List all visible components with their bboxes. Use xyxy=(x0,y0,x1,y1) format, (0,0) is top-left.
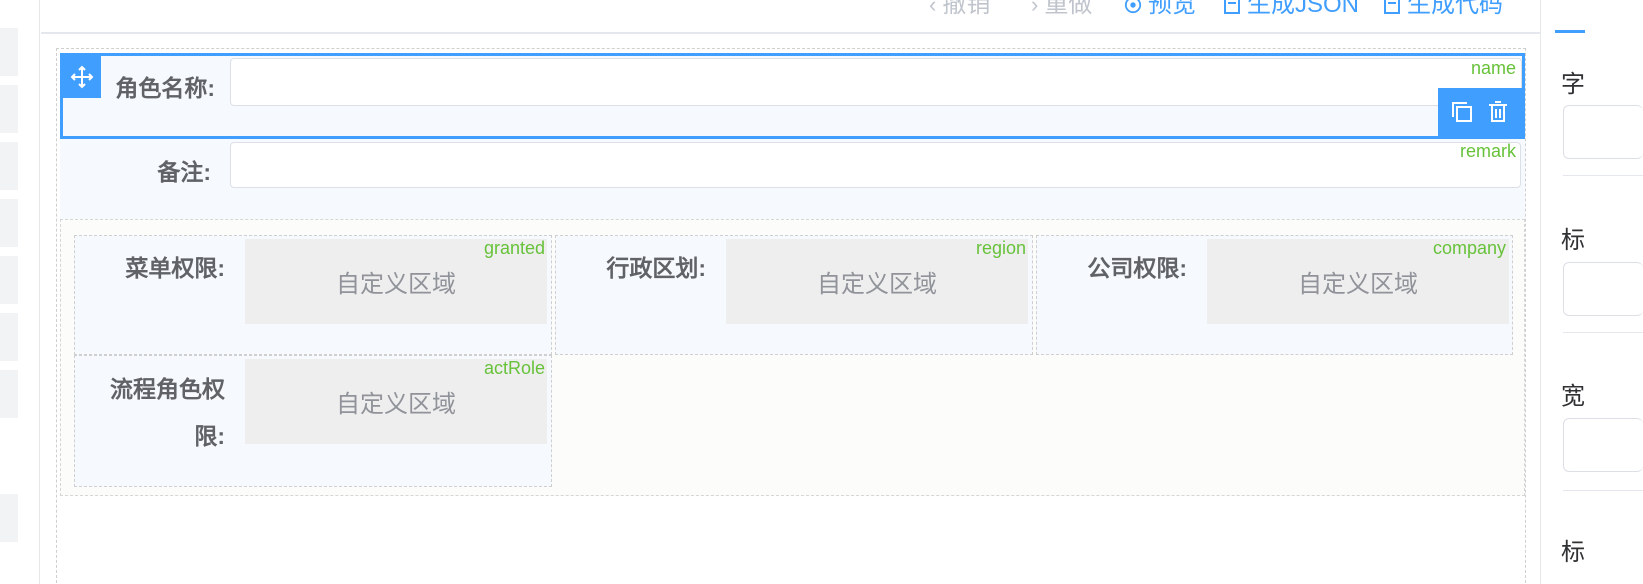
preview-button[interactable]: 预览 xyxy=(1124,0,1196,22)
component-item[interactable] xyxy=(0,199,18,247)
field-key-tag: company xyxy=(1432,238,1506,258)
undo-label: 撤销 xyxy=(942,0,991,18)
field-label: 公司权限: xyxy=(1087,255,1187,281)
property-label: 宽 xyxy=(1561,383,1585,410)
divider xyxy=(1563,332,1643,333)
divider xyxy=(1563,490,1643,491)
properties-panel: 字 标 宽 标 xyxy=(1540,0,1643,584)
generate-code-button[interactable]: 生成代码 xyxy=(1383,0,1503,22)
property-label: 标 xyxy=(1561,227,1585,254)
field-label: 流程角色权 限: xyxy=(79,366,225,460)
component-item[interactable] xyxy=(0,85,18,133)
generate-code-label: 生成代码 xyxy=(1407,0,1503,18)
property-label: 标 xyxy=(1561,539,1585,566)
component-item[interactable] xyxy=(0,494,18,542)
field-label: 备注: xyxy=(157,159,211,185)
component-item[interactable] xyxy=(0,142,18,190)
generate-json-button[interactable]: 生成JSON xyxy=(1223,0,1359,22)
toolbar: ‹ 撤销 › 重做 预览 生成JSON 生成代码 xyxy=(41,0,1601,34)
generate-json-label: 生成JSON xyxy=(1247,0,1360,18)
form-item-granted[interactable]: 菜单权限: 自定义区域 granted xyxy=(74,235,552,355)
component-item[interactable] xyxy=(0,370,18,418)
component-panel xyxy=(0,0,40,584)
field-key-tag: remark xyxy=(1459,141,1516,161)
component-item[interactable] xyxy=(0,28,18,76)
field-key-tag: granted xyxy=(483,238,545,258)
drag-handle[interactable] xyxy=(63,56,101,98)
redo-icon: › xyxy=(1031,0,1039,17)
form-item-company[interactable]: 公司权限: 自定义区域 company xyxy=(1036,235,1513,355)
component-item[interactable] xyxy=(0,313,18,361)
form-item-remark[interactable]: 备注: remark xyxy=(60,139,1525,219)
name-input[interactable] xyxy=(230,58,1522,106)
component-item[interactable] xyxy=(0,256,18,304)
divider xyxy=(1563,175,1643,176)
field-label-line: 限: xyxy=(194,423,225,449)
item-actions xyxy=(1438,88,1522,136)
undo-icon: ‹ xyxy=(929,0,937,17)
field-key-tag: region xyxy=(975,238,1026,258)
field-key-tag: actRole xyxy=(483,358,545,378)
field-label: 行政区划: xyxy=(606,255,706,281)
copy-icon[interactable] xyxy=(1449,99,1475,125)
field-label-line: 流程角色权 xyxy=(110,376,225,402)
delete-icon[interactable] xyxy=(1485,99,1511,125)
property-input[interactable] xyxy=(1563,418,1643,472)
preview-label: 预览 xyxy=(1148,0,1196,18)
eye-icon xyxy=(1124,0,1142,14)
document-icon xyxy=(1224,0,1240,14)
undo-button[interactable]: ‹ 撤销 xyxy=(929,0,990,22)
redo-label: 重做 xyxy=(1044,0,1093,18)
form-item-region[interactable]: 行政区划: 自定义区域 region xyxy=(555,235,1033,355)
property-input[interactable] xyxy=(1563,262,1643,316)
property-label: 字 xyxy=(1561,71,1585,98)
field-label: 菜单权限: xyxy=(125,255,225,281)
document-icon xyxy=(1384,0,1400,14)
field-key-tag: name xyxy=(1470,58,1516,78)
redo-button[interactable]: › 重做 xyxy=(1031,0,1092,22)
field-label: 角色名称: xyxy=(115,75,215,101)
form-item-actrole[interactable]: 流程角色权 限: 自定义区域 actRole xyxy=(74,355,552,487)
active-tab-indicator xyxy=(1555,30,1585,33)
move-icon xyxy=(70,65,94,89)
form-designer: ‹ 撤销 › 重做 预览 生成JSON 生成代码 角色名称: name 备注: … xyxy=(0,0,1643,584)
remark-input[interactable] xyxy=(230,142,1521,188)
property-input[interactable] xyxy=(1563,105,1643,159)
form-item-name[interactable]: 角色名称: name xyxy=(60,53,1525,139)
grid-row[interactable]: 菜单权限: 自定义区域 granted 行政区划: 自定义区域 region 公… xyxy=(60,219,1525,496)
